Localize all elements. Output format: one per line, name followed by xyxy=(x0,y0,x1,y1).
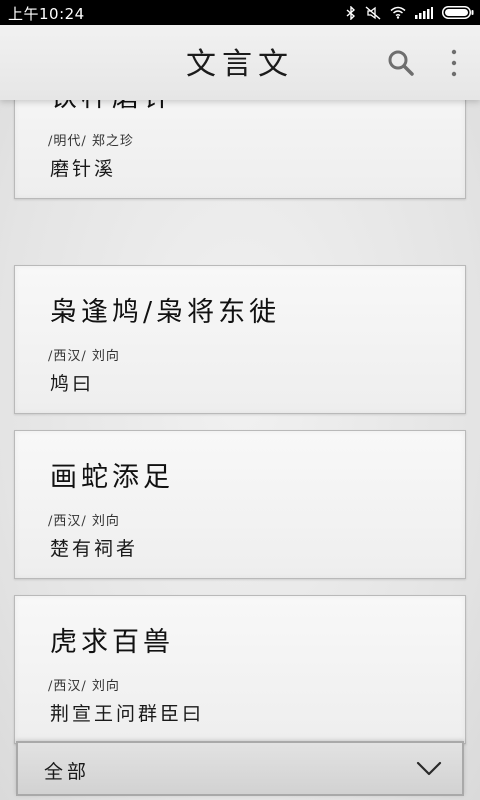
battery-icon xyxy=(442,6,474,19)
list-item[interactable]: 画蛇添足 /西汉/ 刘向 楚有祠者 xyxy=(14,430,466,579)
card-meta: /西汉/ 刘向 xyxy=(48,349,120,364)
card-meta: /明代/ 郑之珍 xyxy=(48,134,134,149)
chevron-down-icon xyxy=(416,761,442,776)
card-title: 画蛇添足 xyxy=(50,462,174,493)
category-filter[interactable]: 全部 xyxy=(16,741,464,796)
wifi-icon xyxy=(390,6,406,19)
list-item[interactable]: 铁杵磨针 /明代/ 郑之珍 磨针溪 xyxy=(14,100,466,199)
card-first-line: 楚有祠者 xyxy=(50,538,139,560)
card-first-line: 鸠曰 xyxy=(50,373,95,395)
signal-icon xyxy=(415,6,433,19)
card-first-line: 磨针溪 xyxy=(50,158,117,180)
list-item[interactable]: 枭逢鸠/枭将东徙 /西汉/ 刘向 鸠曰 xyxy=(14,265,466,414)
poem-list: 铁杵磨针 /明代/ 郑之珍 磨针溪 枭逢鸠/枭将东徙 /西汉/ 刘向 鸠曰 画蛇… xyxy=(0,100,480,800)
list-item[interactable]: 虎求百兽 /西汉/ 刘向 荆宣王问群臣曰 xyxy=(14,595,466,744)
card-title: 虎求百兽 xyxy=(50,627,174,658)
bluetooth-icon xyxy=(346,5,356,20)
action-bar: 文言文 xyxy=(0,25,480,100)
card-title: 枭逢鸠/枭将东徙 xyxy=(50,297,281,328)
search-icon[interactable] xyxy=(386,48,416,78)
status-icons xyxy=(346,0,474,25)
silent-icon xyxy=(365,5,381,20)
status-time: 上午10:24 xyxy=(8,5,85,23)
status-bar: 上午10:24 xyxy=(0,0,480,25)
filter-label: 全部 xyxy=(44,761,91,783)
card-title: 铁杵磨针 xyxy=(50,100,174,114)
card-meta: /西汉/ 刘向 xyxy=(48,514,120,529)
card-first-line: 荆宣王问群臣曰 xyxy=(50,703,205,725)
overflow-menu-icon[interactable] xyxy=(444,47,464,79)
card-meta: /西汉/ 刘向 xyxy=(48,679,120,694)
